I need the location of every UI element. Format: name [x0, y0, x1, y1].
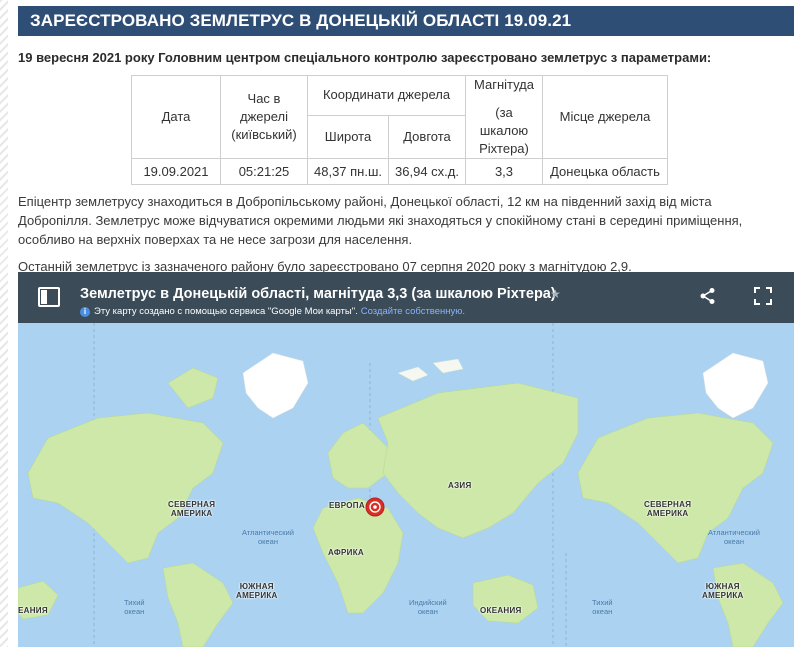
label-north-america-line1: СЕВЕРНАЯ	[168, 500, 216, 509]
page-edge-decoration	[0, 0, 8, 647]
label-pacific: Тихий океан	[124, 598, 145, 616]
article-lead: 19 вересня 2021 року Головним центром сп…	[18, 50, 712, 65]
label-indian-line1: Индийский	[409, 598, 447, 607]
label-africa: АФРИКА	[328, 548, 364, 557]
cell-place: Донецька область	[542, 158, 668, 185]
label-atlantic-2: Атлантический океан	[708, 528, 760, 546]
label-atlantic: Атлантический океан	[242, 528, 294, 546]
date-header: Дата	[131, 75, 221, 159]
label-atlantic-line2: океан	[257, 537, 278, 546]
latitude-header: Широта	[307, 114, 389, 160]
cell-magnitude: 3,3	[465, 158, 543, 185]
label-north-america-2-line2: АМЕРИКА	[646, 509, 689, 518]
map-notice: i Эту карту создано с помощью сервиса "Go…	[80, 306, 465, 317]
magnitude-header-line1: Магнітуда	[474, 77, 534, 92]
epicenter-line2: Добропілля. Землетрус може відчуватися о…	[18, 213, 743, 228]
label-indian-line2: океан	[417, 607, 438, 616]
label-north-america: СЕВЕРНАЯ АМЕРИКА	[168, 500, 215, 518]
magnitude-header-line2: (за шкалою	[479, 105, 529, 138]
label-pacific-2-line1: Тихий	[592, 598, 613, 607]
label-north-america-line2: АМЕРИКА	[170, 509, 213, 518]
label-atlantic-2-line1: Атлантический	[708, 528, 760, 537]
label-oceania-left: ЕАНИЯ	[18, 606, 48, 615]
create-own-map-link[interactable]: Создайте собственную.	[361, 306, 465, 317]
map-header: Землетрус в Донецькій області, магнітуда…	[18, 272, 794, 323]
article: ЗАРЕЄСТРОВАНО ЗЕМЛЕТРУС В ДОНЕЦЬКІЙ ОБЛА…	[18, 0, 794, 647]
notice-text: Эту карту создано с помощью сервиса "Goo…	[94, 306, 358, 317]
share-icon[interactable]	[699, 287, 717, 310]
label-north-america-2: СЕВЕРНАЯ АМЕРИКА	[644, 500, 691, 518]
epicenter-line3: особливо на верхніх поверхах та не несе …	[18, 232, 413, 247]
label-south-america-line1: ЮЖНАЯ	[239, 582, 274, 591]
star-icon[interactable]: ★	[550, 287, 561, 301]
label-south-america-2-line1: ЮЖНАЯ	[705, 582, 740, 591]
earthquake-parameters-table: Дата Час в джерелі (київський) Координат…	[131, 75, 668, 185]
time-header-line3: (київський)	[231, 127, 297, 142]
epicenter-paragraph: Епіцентр землетрусу знаходиться в Доброп…	[18, 192, 794, 249]
label-south-america-line2: АМЕРИКА	[236, 591, 278, 600]
label-south-america: ЮЖНАЯ АМЕРИКА	[236, 582, 278, 600]
place-header: Місце джерела	[542, 75, 668, 159]
table-row: 19.09.2021 05:21:25 48,37 пн.ш. 36,94 сх…	[131, 158, 668, 185]
time-header-line2: джерелі	[239, 109, 288, 124]
label-asia: АЗИЯ	[448, 481, 472, 490]
label-atlantic-line1: Атлантический	[242, 528, 294, 537]
coords-header: Координати джерела	[307, 75, 466, 116]
epicenter-line1: Епіцентр землетрусу знаходиться в Доброп…	[18, 194, 712, 209]
cell-date: 19.09.2021	[131, 158, 221, 185]
cell-time: 05:21:25	[220, 158, 308, 185]
embedded-map[interactable]: Землетрус в Донецькій області, магнітуда…	[18, 272, 794, 647]
label-pacific-2: Тихий океан	[592, 598, 613, 616]
map-title: Землетрус в Донецькій області, магнітуда…	[80, 286, 556, 302]
time-header-line1: Час в	[247, 91, 281, 106]
label-indian: Индийский океан	[409, 598, 447, 616]
marker-icon[interactable]	[365, 497, 385, 517]
article-headline: ЗАРЕЄСТРОВАНО ЗЕМЛЕТРУС В ДОНЕЦЬКІЙ ОБЛА…	[18, 6, 794, 36]
cell-longitude: 36,94 сх.д.	[388, 158, 466, 185]
label-europe: ЕВРОПА	[329, 501, 365, 510]
layers-panel-icon[interactable]	[38, 287, 60, 312]
label-pacific-line1: Тихий	[124, 598, 145, 607]
label-pacific-2-line2: океан	[592, 607, 613, 616]
label-north-america-2-line1: СЕВЕРНАЯ	[644, 500, 692, 509]
label-south-america-2: ЮЖНАЯ АМЕРИКА	[702, 582, 744, 600]
magnitude-header: Магнітуда (за шкалою Ріхтера)	[465, 75, 543, 159]
longitude-header: Довгота	[388, 114, 466, 160]
cell-latitude: 48,37 пн.ш.	[307, 158, 389, 185]
label-atlantic-2-line2: океан	[723, 537, 744, 546]
fullscreen-icon[interactable]	[754, 287, 772, 310]
magnitude-header-line3: Ріхтера)	[479, 141, 529, 156]
info-icon: i	[80, 307, 90, 317]
label-pacific-line2: океан	[124, 607, 145, 616]
time-header: Час в джерелі (київський)	[220, 75, 308, 159]
label-oceania: ОКЕАНИЯ	[480, 606, 522, 615]
label-south-america-2-line2: АМЕРИКА	[702, 591, 744, 600]
